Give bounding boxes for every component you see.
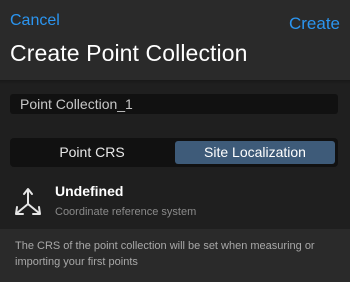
collection-name-input[interactable] xyxy=(10,94,338,114)
info-panel: The CRS of the point collection will be … xyxy=(0,229,350,282)
crs-segmented-control: Point CRS Site Localization xyxy=(10,138,338,167)
tab-site-localization[interactable]: Site Localization xyxy=(175,141,335,164)
header-divider xyxy=(0,80,350,84)
tab-point-crs[interactable]: Point CRS xyxy=(13,141,171,164)
crs-row[interactable]: Undefined Coordinate reference system xyxy=(0,178,350,226)
info-text: The CRS of the point collection will be … xyxy=(15,240,315,268)
axes-icon xyxy=(15,188,41,215)
crs-subtitle: Coordinate reference system xyxy=(55,206,197,218)
cancel-button[interactable]: Cancel xyxy=(10,11,60,31)
page-title: Create Point Collection xyxy=(10,40,248,66)
crs-title: Undefined xyxy=(55,183,124,199)
create-button[interactable]: Create xyxy=(289,14,340,34)
header-bar: Cancel Create Create Point Collection xyxy=(0,0,350,80)
